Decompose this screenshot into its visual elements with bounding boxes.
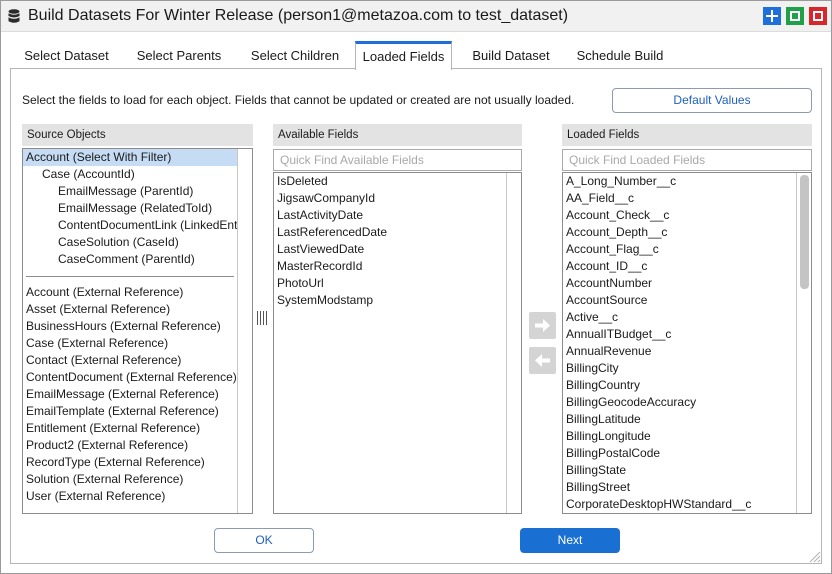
source-objects-content: Account (Select With Filter) Case (Accou… (23, 149, 252, 505)
available-fields-list[interactable]: IsDeleted JigsawCompanyId LastActivityDate… (273, 172, 522, 514)
list-item[interactable]: User (External Reference) (23, 488, 237, 505)
list-item[interactable]: Account_Flag__c (563, 241, 796, 258)
list-item[interactable]: LastViewedDate (274, 241, 506, 258)
tab-bar: Select Dataset Select Parents Select Chi… (10, 41, 822, 70)
list-item[interactable]: BillingCity (563, 360, 796, 377)
close-button[interactable] (809, 7, 827, 25)
list-item[interactable]: Account_ID__c (563, 258, 796, 275)
tree-item[interactable]: CaseComment (ParentId) (23, 251, 237, 268)
list-item[interactable]: PhotoUrl (274, 275, 506, 292)
loaded-fields-list[interactable]: A_Long_Number__c AA_Field__c Account_Check… (562, 172, 812, 514)
list-item[interactable]: BillingPostalCode (563, 445, 796, 462)
loaded-scrollbar[interactable] (796, 173, 811, 513)
list-item[interactable]: Contact (External Reference) (23, 352, 237, 369)
list-item[interactable]: SystemModstamp (274, 292, 506, 309)
list-item[interactable]: Account_Depth__c (563, 224, 796, 241)
scrollbar-thumb[interactable] (800, 175, 809, 289)
tree-item[interactable]: ContentDocumentLink (LinkedEntityId) (23, 217, 252, 234)
loaded-fields-content: A_Long_Number__c AA_Field__c Account_Check… (563, 173, 796, 513)
tab-schedule-build[interactable]: Schedule Build (564, 41, 676, 69)
list-item[interactable]: Active__c (563, 309, 796, 326)
list-item[interactable]: Product2 (External Reference) (23, 437, 237, 454)
list-item[interactable]: BillingLongitude (563, 428, 796, 445)
tab-select-children[interactable]: Select Children (235, 41, 355, 69)
loaded-fields-search[interactable]: Quick Find Loaded Fields (562, 149, 812, 171)
list-item[interactable]: BillingStreet (563, 479, 796, 496)
list-item[interactable]: Account (External Reference) (23, 284, 237, 301)
list-item[interactable]: AnnualITBudget__c (563, 326, 796, 343)
window-title: Build Datasets For Winter Release (perso… (28, 7, 569, 24)
tab-select-parents[interactable]: Select Parents (123, 41, 235, 69)
tab-select-dataset[interactable]: Select Dataset (10, 41, 123, 69)
list-item[interactable]: IsDeleted (274, 173, 506, 190)
list-item[interactable]: A_Long_Number__c (563, 173, 796, 190)
tree-item[interactable]: Case (AccountId) (23, 166, 237, 183)
list-item[interactable]: EmailTemplate (External Reference) (23, 403, 237, 420)
list-item[interactable]: BusinessHours (External Reference) (23, 318, 237, 335)
list-item[interactable]: AccountSource (563, 292, 796, 309)
next-button[interactable]: Next (520, 528, 620, 553)
list-item[interactable]: AccountNumber (563, 275, 796, 292)
add-field-button[interactable] (529, 312, 556, 339)
list-item[interactable]: AnnualRevenue (563, 343, 796, 360)
reference-list: Account (External Reference) Asset (Exter… (23, 284, 237, 505)
list-item[interactable]: AA_Field__c (563, 190, 796, 207)
maximize-button[interactable] (763, 7, 781, 25)
list-item[interactable]: RecordType (External Reference) (23, 454, 237, 471)
loaded-fields-header: Loaded Fields (562, 124, 812, 146)
list-item[interactable]: Case (External Reference) (23, 335, 237, 352)
default-values-button[interactable]: Default Values (612, 88, 812, 113)
square-icon (790, 11, 800, 21)
list-divider (26, 276, 234, 277)
available-fields-header: Available Fields (273, 124, 522, 146)
available-fields-content: IsDeleted JigsawCompanyId LastActivityDate… (274, 173, 506, 309)
list-item[interactable]: ContentDocument (External Reference) (23, 369, 237, 386)
available-fields-search[interactable]: Quick Find Available Fields (273, 149, 522, 171)
list-item[interactable]: LastActivityDate (274, 207, 506, 224)
available-scrollbar[interactable] (506, 173, 521, 513)
list-item[interactable]: BillingLatitude (563, 411, 796, 428)
instructions-text: Select the fields to load for each objec… (22, 93, 575, 107)
list-item[interactable]: BillingCountry (563, 377, 796, 394)
ok-button[interactable]: OK (214, 528, 314, 553)
tree-item[interactable]: CaseSolution (CaseId) (23, 234, 237, 251)
list-item[interactable]: MasterRecordId (274, 258, 506, 275)
tree-item[interactable]: Account (Select With Filter) (23, 149, 237, 166)
list-item[interactable]: BillingGeocodeAccuracy (563, 394, 796, 411)
source-objects-list[interactable]: Account (Select With Filter) Case (Accou… (22, 148, 253, 514)
list-item[interactable]: Entitlement (External Reference) (23, 420, 237, 437)
list-item[interactable]: Asset (External Reference) (23, 301, 237, 318)
database-icon (8, 9, 20, 23)
remove-field-button[interactable] (529, 347, 556, 374)
source-objects-header: Source Objects (22, 124, 253, 146)
splitter-handle-icon[interactable] (257, 311, 267, 325)
list-item[interactable]: CorporateDesktopHWStandard__c (563, 496, 796, 513)
title-bar: Build Datasets For Winter Release (perso… (1, 1, 831, 32)
list-item[interactable]: JigsawCompanyId (274, 190, 506, 207)
source-scrollbar[interactable] (237, 149, 252, 513)
dataset-builder-window: Build Datasets For Winter Release (perso… (0, 0, 832, 574)
tab-build-dataset[interactable]: Build Dataset (458, 41, 564, 69)
tree-item[interactable]: EmailMessage (ParentId) (23, 183, 237, 200)
list-item[interactable]: Account_Check__c (563, 207, 796, 224)
list-item[interactable]: Solution (External Reference) (23, 471, 237, 488)
list-item[interactable]: BillingState (563, 462, 796, 479)
tree-item[interactable]: EmailMessage (RelatedToId) (23, 200, 237, 217)
tab-loaded-fields[interactable]: Loaded Fields (355, 41, 452, 70)
arrow-right-icon (535, 319, 550, 332)
list-item[interactable]: EmailMessage (External Reference) (23, 386, 237, 403)
list-item[interactable]: LastReferencedDate (274, 224, 506, 241)
arrow-left-icon (535, 354, 550, 367)
restore-button[interactable] (786, 7, 804, 25)
resize-grip-icon[interactable] (807, 549, 821, 563)
close-icon (813, 11, 823, 21)
